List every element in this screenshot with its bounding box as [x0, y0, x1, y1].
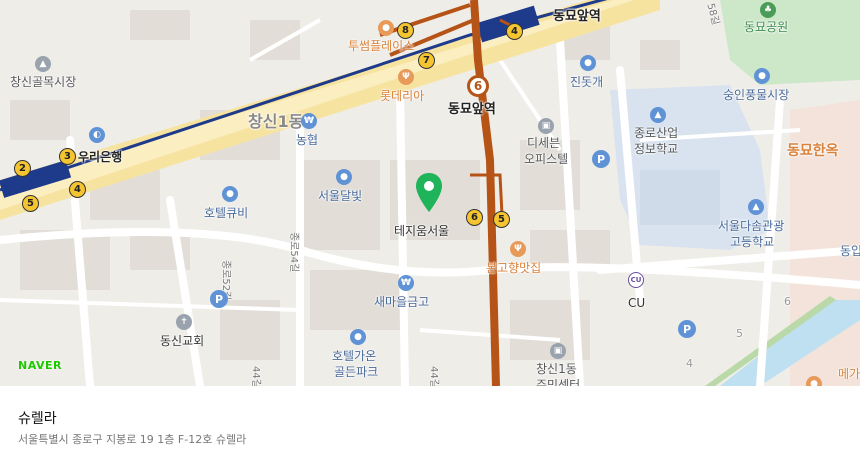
- subway-exit-badge[interactable]: 5: [493, 211, 510, 228]
- dongmyo-park-label[interactable]: 동묘공원: [744, 20, 788, 34]
- subway-exit-badge[interactable]: 4: [69, 181, 86, 198]
- market-icon: ▲: [35, 56, 51, 72]
- hotel-icon-2: ●: [222, 186, 238, 202]
- school-icon: ▲: [650, 107, 666, 123]
- hotel-icon-3: ●: [350, 329, 366, 345]
- place-name[interactable]: 슈렐라: [18, 408, 57, 428]
- subway-exit-badge[interactable]: 3: [59, 148, 76, 165]
- street-label-54: 종로54길: [288, 232, 299, 273]
- parking-icon[interactable]: P: [210, 290, 228, 308]
- tzium-label[interactable]: 테지움서울: [394, 224, 449, 238]
- place-address: 서울특별시 종로구 지봉로 19 1층 F-12호 슈렐라: [18, 433, 247, 446]
- block-number: 6: [784, 295, 791, 308]
- subway-exit-badge[interactable]: 8: [397, 22, 414, 39]
- school-icon-2: ▲: [748, 199, 764, 215]
- nonghyup-label[interactable]: 농협: [296, 133, 318, 147]
- changsin1-area-label: 창신1동: [248, 112, 304, 131]
- cafe-icon-2: ●: [806, 376, 822, 386]
- seoul-dalbit-label[interactable]: 서울달빛: [318, 189, 362, 203]
- jongno-school-label-2: 정보학교: [634, 142, 679, 156]
- hotel-qbe-label[interactable]: 호텔큐비: [204, 206, 248, 220]
- block-number: 5: [736, 327, 743, 340]
- woori-bank-label[interactable]: 우리은행: [78, 150, 122, 164]
- naver-logo: NAVER: [18, 359, 62, 372]
- dongsin-church-label[interactable]: 동신교회: [160, 334, 204, 348]
- street-label-44a: 44길: [250, 366, 261, 386]
- d7-label[interactable]: 디세븐: [527, 136, 560, 150]
- changsin-market-label[interactable]: 창신골목시장: [10, 75, 76, 89]
- shop-icon: ●: [580, 55, 596, 71]
- hotel-icon: ●: [336, 169, 352, 185]
- jindotgae-label[interactable]: 진돗개: [570, 75, 603, 89]
- lotteria-label[interactable]: 롯데리아: [380, 89, 424, 103]
- seoul-dasom-label-2: 고등학교: [730, 235, 775, 249]
- cafe-icon: ●: [378, 20, 394, 36]
- jongno-school-label[interactable]: 종로산업: [634, 126, 678, 140]
- hotel-gaon-label[interactable]: 호텔가온: [332, 349, 376, 363]
- restaurant-icon-2: Ψ: [510, 241, 526, 257]
- map-view[interactable]: 동묘공원 ♣ 동묘앞역 동묘앞역 창신골목시장 ▲ 투썸플레이스 ● 롯데리아 …: [0, 0, 860, 386]
- dongip-label[interactable]: 동입: [840, 244, 860, 258]
- sunginpoong-label[interactable]: 숭인풍물시장: [723, 88, 789, 102]
- cu-label[interactable]: CU: [628, 296, 645, 310]
- subway-exit-badge[interactable]: 7: [418, 52, 435, 69]
- woori-bank-icon: ◐: [89, 127, 105, 143]
- convenience-store-icon: CU: [628, 272, 644, 288]
- hotel-gaon-label-2: 골든파크: [334, 365, 379, 379]
- restaurant-icon: Ψ: [398, 69, 414, 85]
- bank-icon: ₩: [301, 113, 317, 129]
- location-pin-icon[interactable]: [414, 172, 444, 214]
- bank-icon-2: ₩: [398, 275, 414, 291]
- church-icon: ✝: [176, 314, 192, 330]
- subway-exit-badge[interactable]: 2: [14, 160, 31, 177]
- twosome-label[interactable]: 투썸플레이스: [348, 39, 414, 53]
- subway-exit-badge[interactable]: 6: [466, 209, 483, 226]
- subway-exit-badge[interactable]: 4: [506, 23, 523, 40]
- bongo-label[interactable]: 본고향맛집: [486, 261, 541, 275]
- place-info-panel: 슈렐라 서울특별시 종로구 지봉로 19 1층 F-12호 슈렐라: [0, 386, 860, 464]
- market-blue-icon: ●: [754, 68, 770, 84]
- seoul-dasom-label[interactable]: 서울다솜관광: [718, 219, 784, 233]
- parking-icon[interactable]: P: [592, 150, 610, 168]
- government-icon: ▣: [550, 343, 566, 359]
- line6-station-icon[interactable]: 6: [467, 75, 489, 97]
- mega-coffee-label[interactable]: 메가: [838, 367, 860, 381]
- community-center-label[interactable]: 창신1동: [536, 362, 577, 376]
- dongmyo-hanok-label[interactable]: 동묘한옥: [787, 144, 839, 158]
- street-label-44b: 44길: [428, 366, 439, 386]
- parking-icon[interactable]: P: [678, 320, 696, 338]
- dongmyo-station-top-label[interactable]: 동묘앞역: [553, 10, 601, 24]
- officetel-label: 오피스텔: [524, 152, 569, 166]
- dongmyo-station-label[interactable]: 동묘앞역: [448, 103, 496, 117]
- building-icon: ▣: [538, 118, 554, 134]
- park-icon: ♣: [760, 2, 776, 18]
- saemaeul-label[interactable]: 새마을금고: [374, 295, 429, 309]
- block-number: 4: [686, 357, 693, 370]
- subway-exit-badge[interactable]: 5: [22, 195, 39, 212]
- community-center-label-2: 주민센터: [536, 378, 581, 386]
